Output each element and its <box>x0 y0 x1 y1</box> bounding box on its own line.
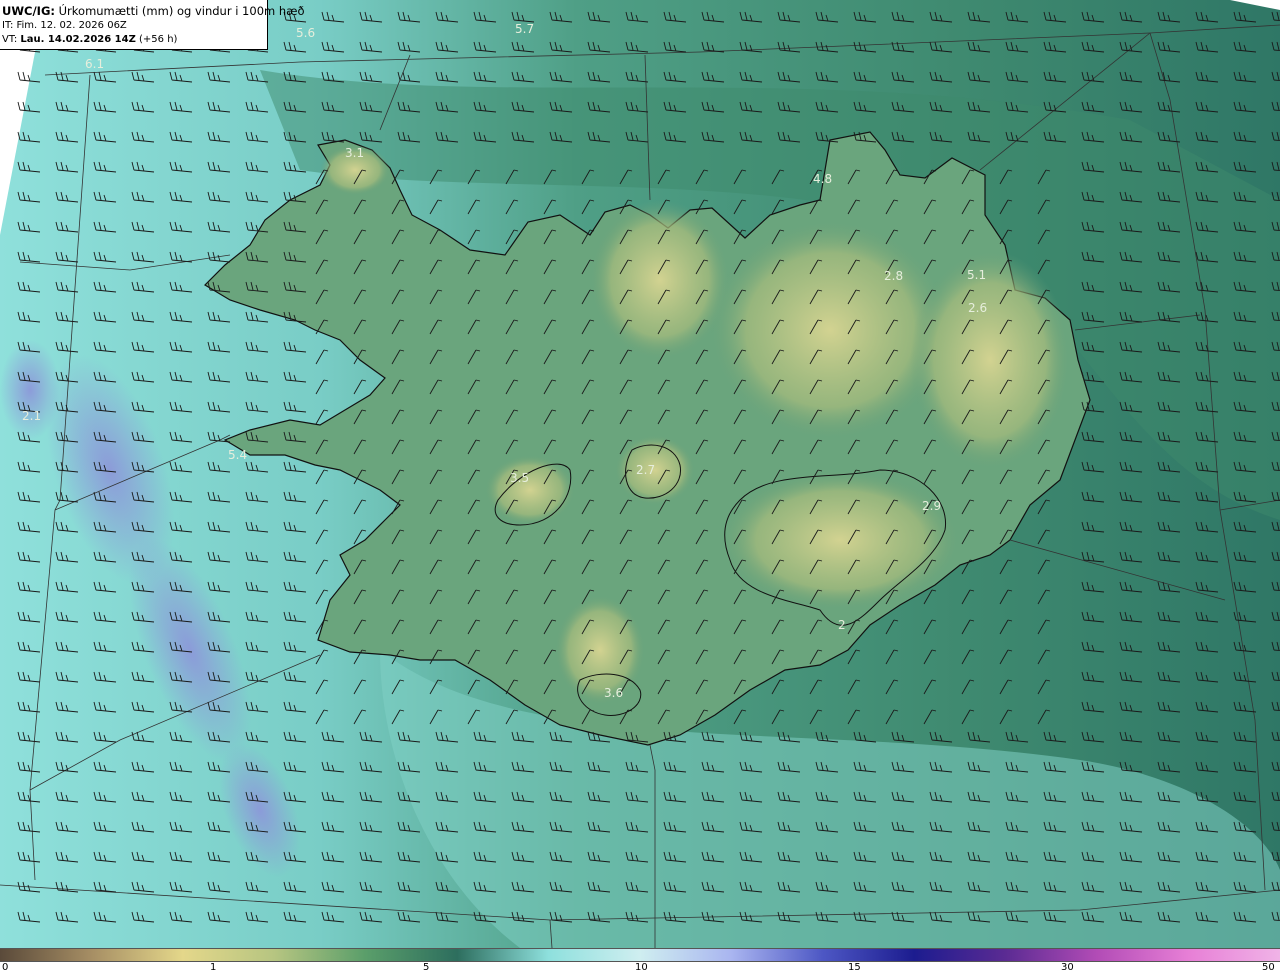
precip-max-label: 2.1 <box>22 409 41 423</box>
precip-max-label: 2 <box>838 618 846 632</box>
precip-max-label: 2.6 <box>968 301 987 315</box>
precip-max-label: 2.9 <box>922 499 941 513</box>
weather-map: 5.6 5.7 6.1 3.1 4.8 2.8 5.1 2.6 2.1 3.5 2.7 5.4 3.6 2… <box>0 0 1280 948</box>
precip-max-label: 2.7 <box>636 463 655 477</box>
precipitation-colorbar <box>0 948 1280 962</box>
precip-max-label: 5.1 <box>967 268 986 282</box>
precip-max-label: 3.1 <box>345 146 364 160</box>
init-time: IT: Fim. 12. 02. 2026 06Z <box>2 20 127 31</box>
lead-time: (+56 h) <box>135 34 178 45</box>
precip-max-label: 5.7 <box>515 22 534 36</box>
colorbar-tick-label: 0 <box>2 962 9 973</box>
valid-time: Lau. 14.02.2026 14Z <box>20 34 136 45</box>
blue-streak <box>0 340 60 440</box>
field-title: Úrkomumætti (mm) og vindur i 100m hæð <box>54 4 305 18</box>
colorbar-tick-label: 5 <box>423 962 430 973</box>
map-title-box: UWC/IG: Úrkomumætti (mm) og vindur i 100… <box>0 0 305 50</box>
highland <box>910 250 1070 470</box>
highland <box>590 200 730 360</box>
precip-max-label: 2.8 <box>884 269 903 283</box>
colorbar-tick-label: 30 <box>1061 962 1074 973</box>
highland <box>555 595 645 705</box>
colorbar-tick-label: 1 <box>210 962 217 973</box>
precip-max-label: 3.6 <box>604 686 623 700</box>
colorbar-tick-label: 10 <box>635 962 648 973</box>
valid-prefix: VT: <box>2 34 21 45</box>
precip-max-label: 5.6 <box>296 26 315 40</box>
precip-max-label: 6.1 <box>85 57 104 71</box>
colorbar-tick-label: 15 <box>848 962 861 973</box>
precip-max-label: 3.5 <box>510 471 529 485</box>
precip-max-label: 5.4 <box>228 448 247 462</box>
colorbar-tick-label: 50 <box>1262 962 1275 973</box>
valid-time-line: VT: Lau. 14.02.2026 14Z (+56 h) <box>2 33 267 47</box>
precip-max-label: 4.8 <box>813 172 832 186</box>
title-line: UWC/IG: Úrkomumætti (mm) og vindur i 100… <box>2 3 305 19</box>
highland <box>485 455 575 525</box>
model-name: UWC/IG: <box>2 4 55 18</box>
